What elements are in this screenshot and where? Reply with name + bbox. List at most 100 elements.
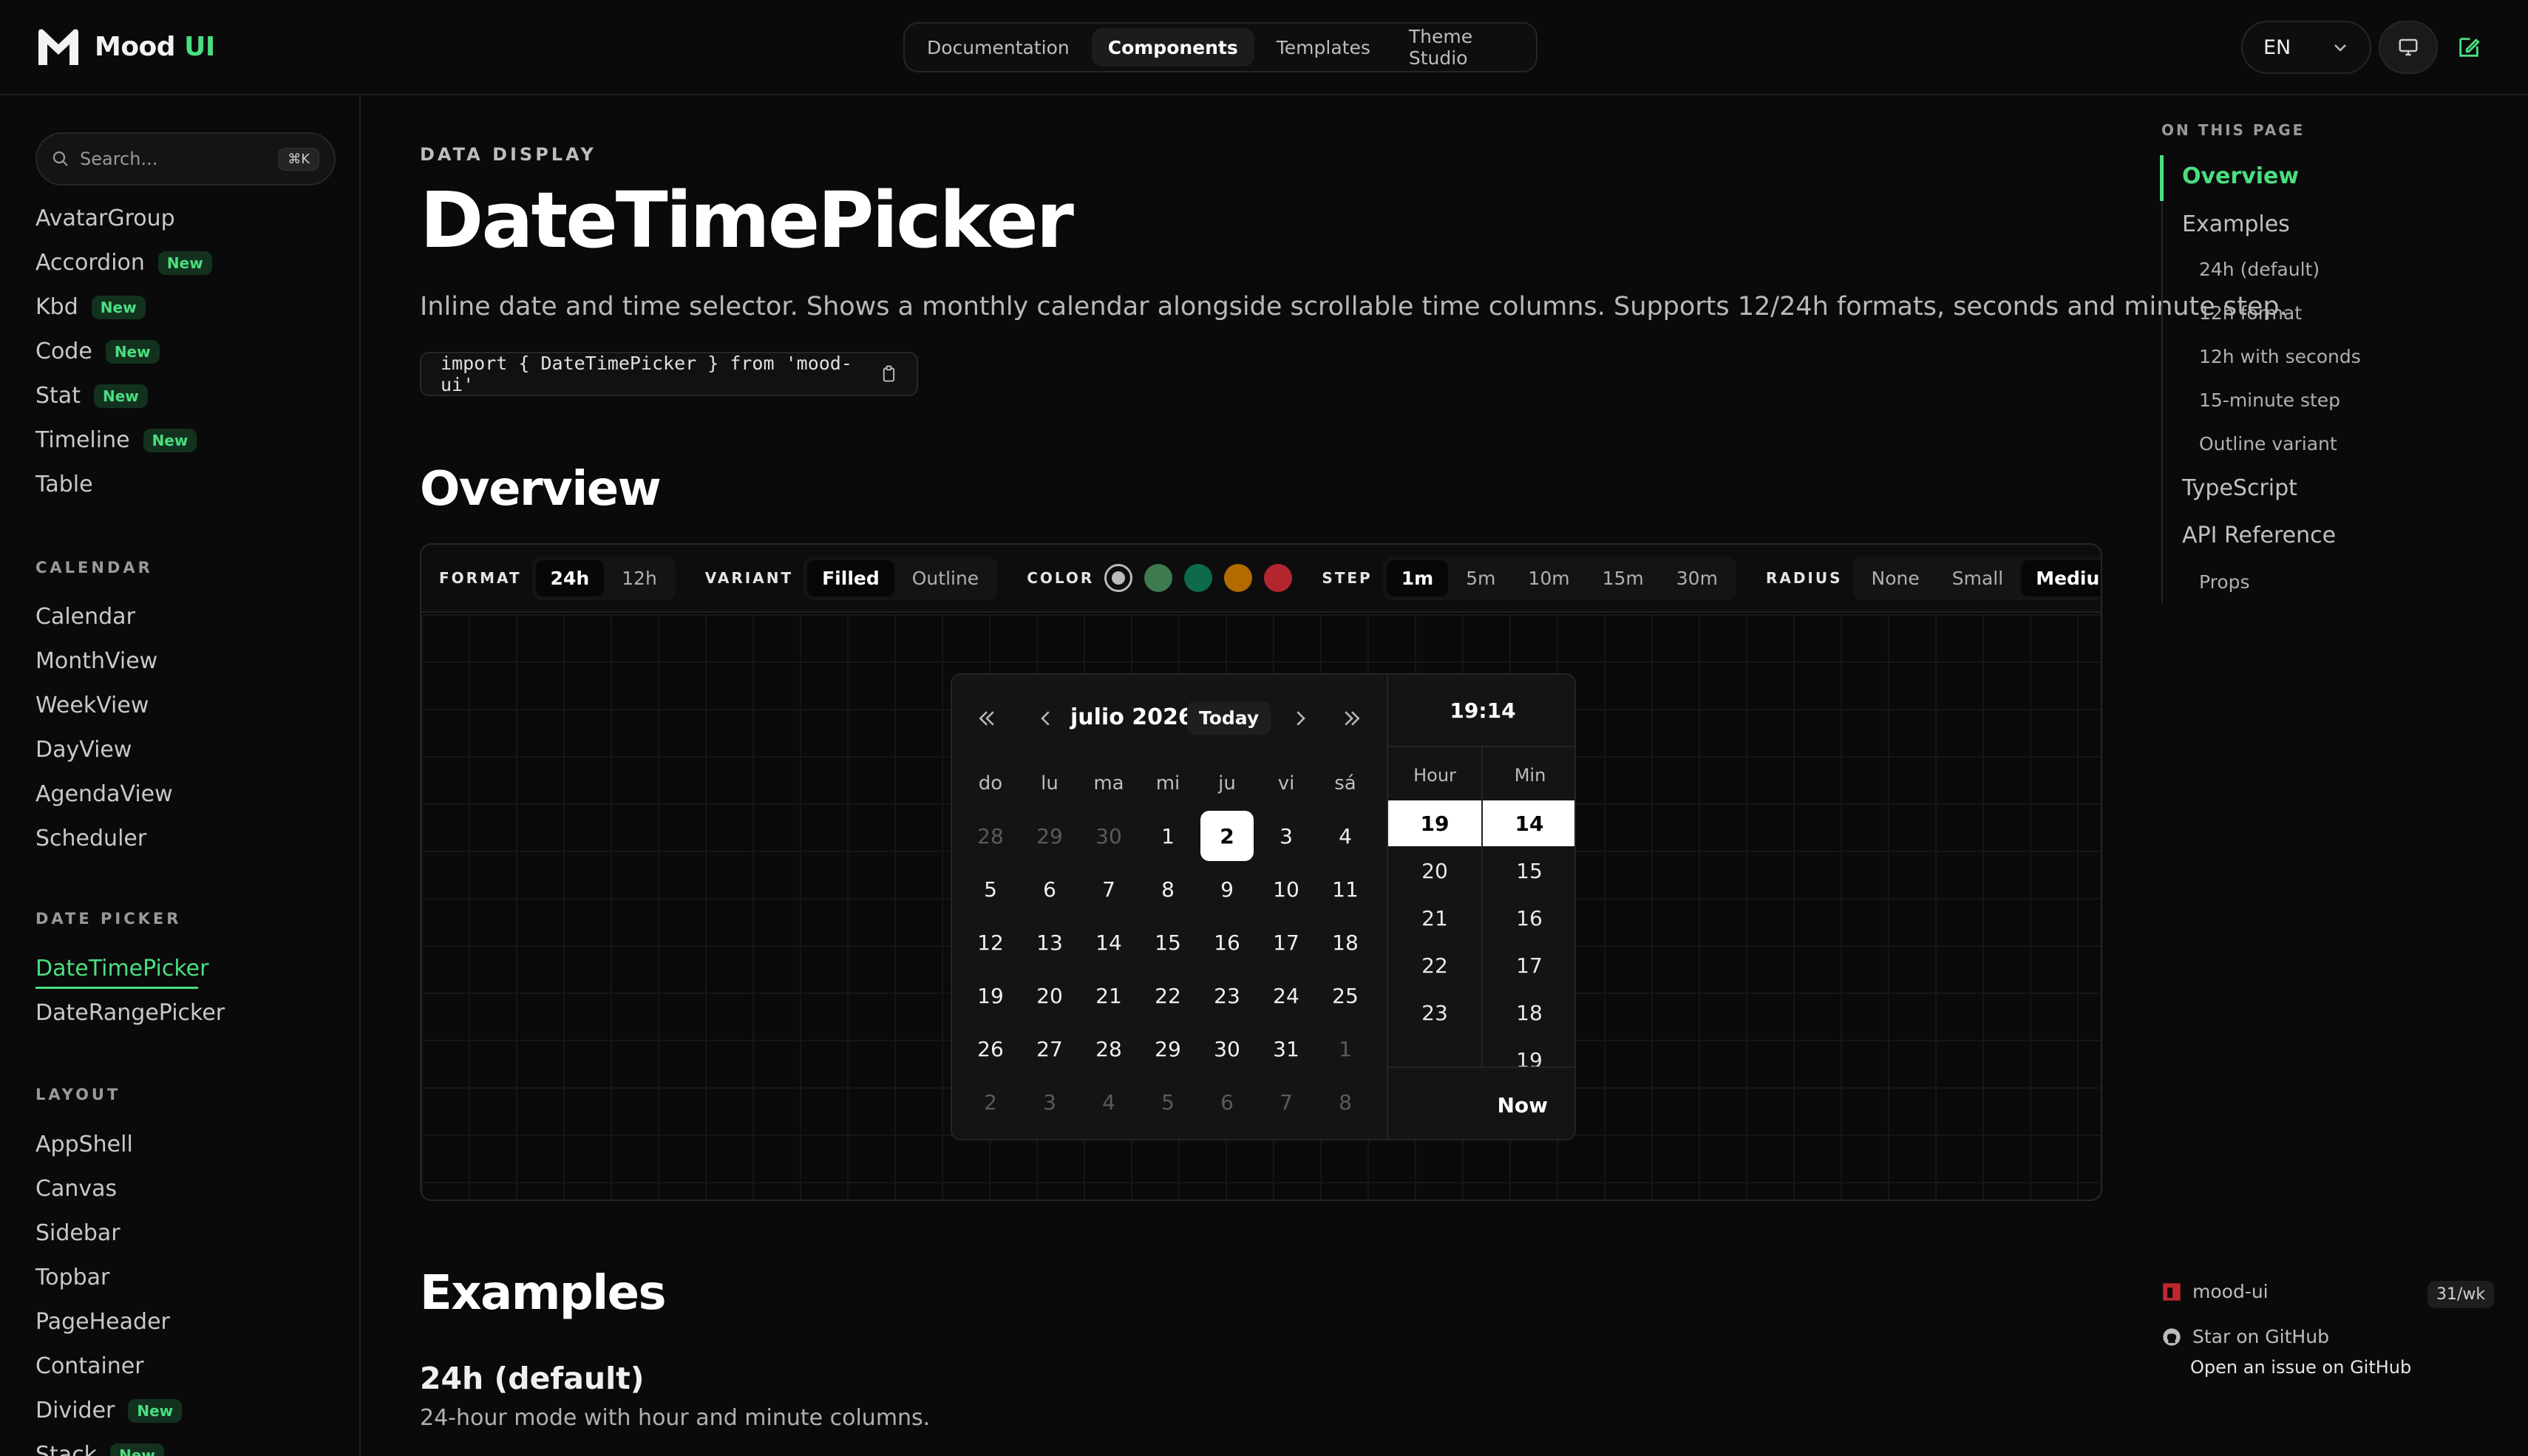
color-swatch[interactable] — [1104, 564, 1133, 592]
hour-option[interactable]: 21 — [1388, 895, 1481, 941]
sidebar-item-scheduler[interactable]: Scheduler — [35, 826, 146, 851]
next-year-icon[interactable] — [1341, 707, 1363, 729]
calendar-day[interactable]: 12 — [964, 917, 1017, 967]
calendar-day[interactable]: 4 — [1082, 1077, 1135, 1127]
search-input[interactable]: Search... ⌘K — [35, 132, 336, 186]
format-option-12h[interactable]: 12h — [607, 560, 672, 596]
sidebar-item-timeline[interactable]: Timeline New — [35, 427, 197, 453]
prev-year-icon[interactable] — [976, 707, 998, 729]
calendar-day[interactable]: 30 — [1082, 811, 1135, 861]
minute-option[interactable]: 16 — [1483, 895, 1574, 941]
minute-option[interactable]: 18 — [1483, 990, 1574, 1035]
minute-option[interactable]: 14 — [1483, 800, 1574, 846]
toc-item-examples[interactable]: Examples — [2182, 211, 2290, 237]
sidebar-item-daterangepicker[interactable]: DateRangePicker — [35, 1000, 225, 1026]
calendar-day[interactable]: 7 — [1260, 1077, 1313, 1127]
step-option-5m[interactable]: 5m — [1451, 560, 1510, 596]
logo[interactable]: Mood UI — [35, 25, 215, 68]
calendar-day[interactable]: 11 — [1319, 864, 1372, 914]
calendar-day[interactable]: 25 — [1319, 970, 1372, 1021]
calendar-day[interactable]: 24 — [1260, 970, 1313, 1021]
sidebar-item-kbd[interactable]: Kbd New — [35, 294, 146, 320]
next-month-icon[interactable] — [1289, 707, 1311, 729]
toc-item-api-reference[interactable]: API Reference — [2182, 523, 2336, 548]
github-issue-link[interactable]: Open an issue on GitHub — [2190, 1357, 2411, 1378]
color-swatch[interactable] — [1144, 564, 1173, 592]
edit-page-button[interactable] — [2439, 21, 2498, 74]
radius-option-small[interactable]: Small — [1937, 560, 2018, 596]
hour-option[interactable]: 19 — [1388, 800, 1481, 846]
radius-option-none[interactable]: None — [1857, 560, 1934, 596]
sidebar-item-dayview[interactable]: DayView — [35, 737, 132, 763]
copy-icon[interactable] — [880, 364, 897, 384]
hour-option[interactable]: 23 — [1388, 990, 1481, 1035]
calendar-day[interactable]: 22 — [1141, 970, 1195, 1021]
sidebar-item-table[interactable]: Table — [35, 472, 93, 497]
sidebar-item-avatargroup[interactable]: AvatarGroup — [35, 205, 175, 231]
calendar-day[interactable]: 1 — [1319, 1024, 1372, 1074]
toc-item-24h-default-[interactable]: 24h (default) — [2199, 259, 2320, 280]
calendar-day[interactable]: 8 — [1141, 864, 1195, 914]
toc-item-12h-format[interactable]: 12h format — [2199, 302, 2302, 324]
language-select[interactable]: EN — [2241, 21, 2371, 74]
calendar-day[interactable]: 6 — [1200, 1077, 1254, 1127]
sidebar-item-monthview[interactable]: MonthView — [35, 648, 157, 674]
sidebar-item-appshell[interactable]: AppShell — [35, 1132, 133, 1157]
step-option-10m[interactable]: 10m — [1513, 560, 1584, 596]
theme-toggle-button[interactable] — [2379, 21, 2438, 74]
calendar-day[interactable]: 28 — [1082, 1024, 1135, 1074]
color-swatch[interactable] — [1224, 564, 1253, 592]
calendar-day[interactable]: 23 — [1200, 970, 1254, 1021]
variant-option-outline[interactable]: Outline — [897, 560, 993, 596]
calendar-day[interactable]: 17 — [1260, 917, 1313, 967]
today-button[interactable]: Today — [1187, 701, 1271, 735]
sidebar-item-pageheader[interactable]: PageHeader — [35, 1309, 170, 1335]
calendar-day[interactable]: 2 — [1200, 811, 1254, 861]
sidebar-item-topbar[interactable]: Topbar — [35, 1265, 109, 1290]
calendar-day[interactable]: 16 — [1200, 917, 1254, 967]
toc-item-12h-with-seconds[interactable]: 12h with seconds — [2199, 346, 2361, 367]
calendar-day[interactable]: 29 — [1141, 1024, 1195, 1074]
calendar-day[interactable]: 20 — [1023, 970, 1076, 1021]
variant-option-filled[interactable]: Filled — [807, 559, 894, 596]
calendar-day[interactable]: 8 — [1319, 1077, 1372, 1127]
hour-column[interactable]: Hour 19 20 21 22 23 — [1388, 747, 1483, 1067]
calendar-day[interactable]: 27 — [1023, 1024, 1076, 1074]
sidebar-item-divider[interactable]: Divider New — [35, 1398, 183, 1423]
calendar-day[interactable]: 7 — [1082, 864, 1135, 914]
color-swatch[interactable] — [1264, 564, 1293, 592]
toc-item-outline-variant[interactable]: Outline variant — [2199, 433, 2337, 455]
calendar-day[interactable]: 4 — [1319, 811, 1372, 861]
toc-item-typescript[interactable]: TypeScript — [2182, 475, 2297, 501]
sidebar-item-sidebar[interactable]: Sidebar — [35, 1220, 120, 1246]
calendar-day[interactable]: 9 — [1200, 864, 1254, 914]
calendar-day[interactable]: 10 — [1260, 864, 1313, 914]
step-option-15m[interactable]: 15m — [1588, 560, 1659, 596]
sidebar-item-canvas[interactable]: Canvas — [35, 1176, 117, 1202]
calendar-day[interactable]: 13 — [1023, 917, 1076, 967]
nav-item-documentation[interactable]: Documentation — [911, 28, 1086, 67]
hour-option[interactable]: 20 — [1388, 848, 1481, 894]
sidebar-item-code[interactable]: Code New — [35, 339, 160, 364]
hour-option[interactable]: 22 — [1388, 942, 1481, 988]
sidebar-item-stack[interactable]: Stack New — [35, 1442, 164, 1456]
github-star-link[interactable]: Star on GitHub — [2161, 1326, 2329, 1347]
calendar-day[interactable]: 30 — [1200, 1024, 1254, 1074]
sidebar-item-calendar[interactable]: Calendar — [35, 604, 135, 630]
calendar-day[interactable]: 3 — [1023, 1077, 1076, 1127]
sidebar-item-stat[interactable]: Stat New — [35, 383, 148, 409]
radius-option-medium[interactable]: Medium — [2021, 559, 2101, 596]
calendar-day[interactable]: 29 — [1023, 811, 1076, 861]
calendar-day[interactable]: 21 — [1082, 970, 1135, 1021]
calendar-day[interactable]: 1 — [1141, 811, 1195, 861]
toc-item-overview[interactable]: Overview — [2182, 163, 2299, 189]
sidebar-item-container[interactable]: Container — [35, 1353, 144, 1379]
minute-column[interactable]: Min 14 15 16 17 18 19 — [1483, 747, 1574, 1072]
minute-option[interactable]: 17 — [1483, 942, 1574, 988]
month-label[interactable]: julio 2026 — [1070, 704, 1194, 730]
nav-item-components[interactable]: Components — [1091, 28, 1254, 67]
calendar-day[interactable]: 18 — [1319, 917, 1372, 967]
minute-option[interactable]: 15 — [1483, 848, 1574, 894]
sidebar-item-weekview[interactable]: WeekView — [35, 693, 149, 718]
sidebar-item-datetimepicker[interactable]: DateTimePicker — [35, 956, 208, 989]
